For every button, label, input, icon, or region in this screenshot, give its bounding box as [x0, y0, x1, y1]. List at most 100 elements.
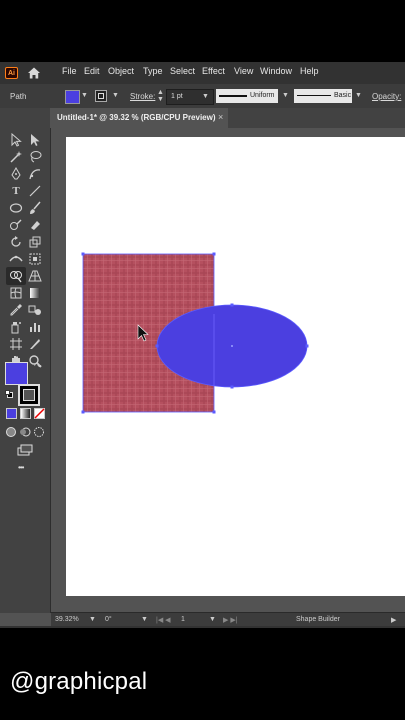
illustrator-window: Ai File Edit Object Type Select Effect V…	[0, 62, 405, 628]
control-bar: Path ▼ ▼ Stroke: ▲ ▼ 1 pt ▼ Uniform ▼ Bas…	[0, 84, 405, 109]
lasso-tool-icon[interactable]	[28, 150, 42, 164]
swap-colors-icon[interactable]: ↷	[34, 361, 42, 372]
artboard-tool-icon[interactable]	[9, 337, 23, 351]
document-tab-bar: Untitled-1* @ 39.32 % (RGB/CPU Preview) …	[0, 108, 405, 129]
gradient-mode-button[interactable]	[20, 408, 31, 419]
anchor-point[interactable]	[212, 252, 216, 256]
selection-type-label: Path	[10, 92, 27, 101]
stroke-weight-value: 1 pt	[171, 93, 183, 100]
opacity-label[interactable]: Opacity:	[372, 92, 401, 101]
anchor-point[interactable]	[305, 344, 309, 348]
menu-window[interactable]: Window	[260, 66, 292, 76]
line-segment-tool-icon[interactable]	[28, 184, 42, 198]
blend-tool-icon[interactable]	[28, 303, 42, 317]
menu-effect[interactable]: Effect	[202, 66, 225, 76]
eyedropper-tool-icon[interactable]	[9, 303, 23, 317]
draw-behind-icon[interactable]	[19, 426, 31, 438]
brush-definition[interactable]: Basic	[294, 89, 352, 103]
default-colors-icon[interactable]	[5, 390, 13, 398]
menu-select[interactable]: Select	[170, 66, 195, 76]
close-icon[interactable]: ×	[218, 112, 223, 122]
slice-tool-icon[interactable]	[28, 337, 42, 351]
chevron-down-icon[interactable]: ▼	[355, 92, 362, 99]
mesh-tool-icon[interactable]	[9, 286, 23, 300]
rotate-tool-icon[interactable]	[9, 235, 23, 249]
anchor-point[interactable]	[81, 410, 85, 414]
first-artboard-icon[interactable]: |◀ ◀	[156, 616, 171, 624]
stroke-swatch-inner	[98, 93, 104, 99]
app-bottom-border	[0, 626, 405, 628]
scale-tool-icon[interactable]	[28, 235, 42, 249]
watermark-handle: @graphicpal	[10, 668, 148, 695]
chevron-right-icon[interactable]: ▶	[391, 616, 396, 624]
stroke-label[interactable]: Stroke:	[130, 92, 155, 101]
home-icon[interactable]	[27, 66, 41, 80]
document-tab-title: Untitled-1* @ 39.32 % (RGB/CPU Preview)	[57, 113, 216, 122]
artboard-number[interactable]: 1	[181, 616, 185, 623]
menu-help[interactable]: Help	[300, 66, 319, 76]
menu-view[interactable]: View	[234, 66, 253, 76]
chevron-down-icon[interactable]: ▼	[282, 92, 289, 99]
perspective-grid-tool-icon[interactable]	[28, 269, 42, 283]
stepper-arrows-icon[interactable]: ▲ ▼	[157, 89, 164, 103]
eraser-tool-icon[interactable]	[28, 218, 42, 232]
chevron-down-icon[interactable]: ▼	[141, 616, 148, 623]
menu-file[interactable]: File	[62, 66, 77, 76]
app-logo: Ai	[5, 67, 18, 79]
none-mode-icon[interactable]	[34, 408, 45, 419]
fill-color-swatch[interactable]	[5, 362, 28, 385]
direct-selection-tool-icon[interactable]	[28, 133, 42, 147]
menu-edit[interactable]: Edit	[84, 66, 100, 76]
rotation-value[interactable]: 0°	[105, 616, 112, 623]
zoom-level[interactable]: 39.32%	[55, 616, 79, 623]
anchor-point[interactable]	[230, 303, 234, 307]
menu-object[interactable]: Object	[108, 66, 134, 76]
free-transform-tool-icon[interactable]	[28, 252, 42, 266]
ellipse-tool-icon[interactable]	[9, 201, 23, 215]
chevron-down-icon[interactable]: ▼	[89, 616, 96, 623]
stroke-weight-field[interactable]: 1 pt ▼	[166, 89, 214, 105]
stroke-color-swatch[interactable]	[18, 384, 40, 406]
brush-label: Basic	[334, 92, 352, 99]
profile-line	[219, 95, 247, 97]
width-tool-icon[interactable]	[9, 252, 23, 266]
ellipse-center-point	[231, 345, 233, 347]
stroke-swatch[interactable]	[95, 90, 107, 102]
status-bar: 39.32% ▼ 0° ▼ |◀ ◀ 1 ▼ ▶ ▶| Shape Builde…	[51, 612, 405, 627]
anchor-point[interactable]	[81, 252, 85, 256]
chevron-down-icon[interactable]: ▼	[202, 93, 209, 100]
fill-swatch[interactable]	[65, 90, 80, 104]
canvas-area[interactable]	[51, 128, 405, 613]
chevron-down-icon[interactable]: ▼	[209, 616, 216, 623]
symbol-sprayer-tool-icon[interactable]	[9, 320, 23, 334]
gradient-tool-icon[interactable]	[28, 286, 42, 300]
anchor-point[interactable]	[212, 410, 216, 414]
curvature-tool-icon[interactable]	[28, 167, 42, 181]
brush-line	[297, 95, 331, 96]
magic-wand-tool-icon[interactable]	[9, 150, 23, 164]
tools-panel: T ↷ •••	[0, 128, 51, 613]
type-tool-icon[interactable]: T	[9, 184, 23, 198]
paintbrush-tool-icon[interactable]	[28, 201, 42, 215]
current-tool-status[interactable]: Shape Builder	[296, 616, 340, 623]
stroke-swatch-hole	[23, 389, 35, 401]
menu-type[interactable]: Type	[143, 66, 163, 76]
document-tab[interactable]: Untitled-1* @ 39.32 % (RGB/CPU Preview) …	[50, 108, 228, 128]
shape-builder-tool-icon[interactable]	[9, 269, 23, 283]
column-graph-tool-icon[interactable]	[28, 320, 42, 334]
shaper-tool-icon[interactable]	[9, 218, 23, 232]
anchor-point[interactable]	[155, 344, 159, 348]
chevron-down-icon[interactable]: ▼	[112, 92, 119, 99]
selection-tool-icon[interactable]	[9, 133, 23, 147]
artwork-layer[interactable]	[51, 128, 405, 613]
draw-inside-icon[interactable]	[33, 426, 45, 438]
edit-toolbar-icon[interactable]: •••	[18, 463, 24, 472]
screen-mode-icon[interactable]	[17, 444, 33, 456]
anchor-point[interactable]	[230, 385, 234, 389]
variable-width-profile[interactable]: Uniform	[216, 89, 278, 103]
pen-tool-icon[interactable]	[9, 167, 23, 181]
draw-normal-icon[interactable]	[5, 426, 17, 438]
last-artboard-icon[interactable]: ▶ ▶|	[223, 616, 238, 624]
color-mode-button[interactable]	[6, 408, 17, 419]
chevron-down-icon[interactable]: ▼	[81, 92, 88, 99]
